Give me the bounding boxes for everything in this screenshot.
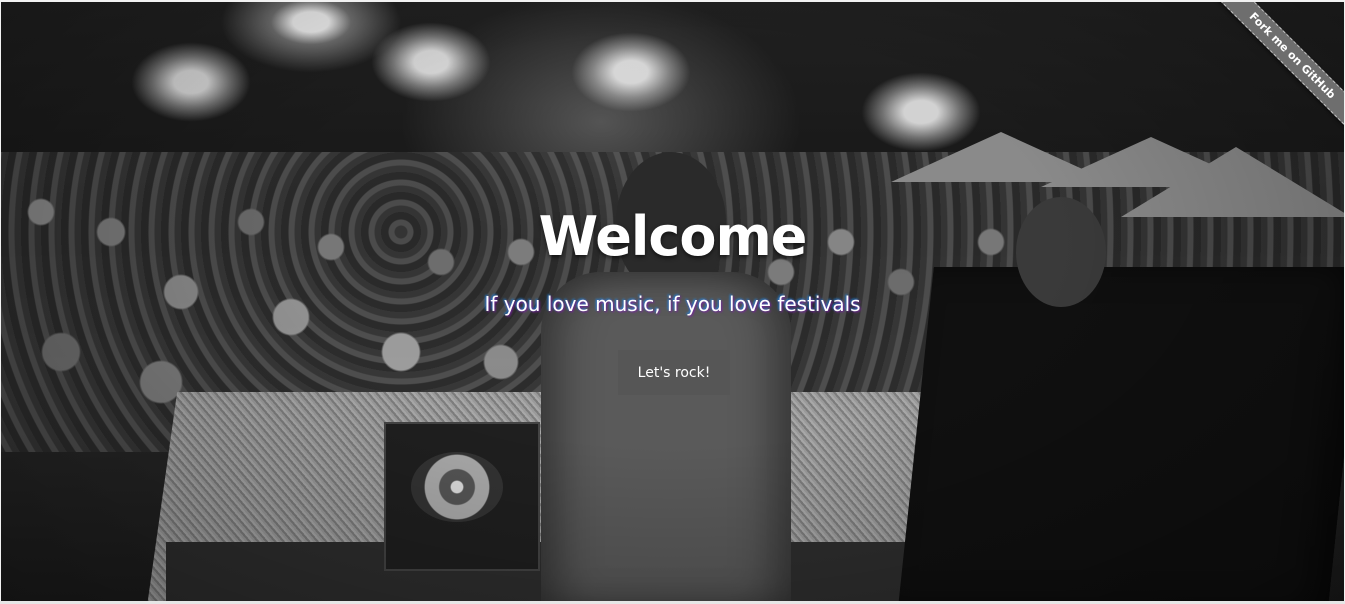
fork-me-on-github-link[interactable]: Fork me on GitHub (1212, 2, 1344, 136)
hero-title: Welcome (538, 205, 808, 268)
hero-section: Welcome If you love music, if you love f… (1, 2, 1344, 601)
lets-rock-button[interactable]: Let's rock! (618, 350, 730, 395)
hero-subtitle: If you love music, if you love festivals (484, 292, 861, 316)
github-ribbon: Fork me on GitHub (1204, 2, 1344, 142)
hero-content: Welcome If you love music, if you love f… (1, 2, 1344, 601)
